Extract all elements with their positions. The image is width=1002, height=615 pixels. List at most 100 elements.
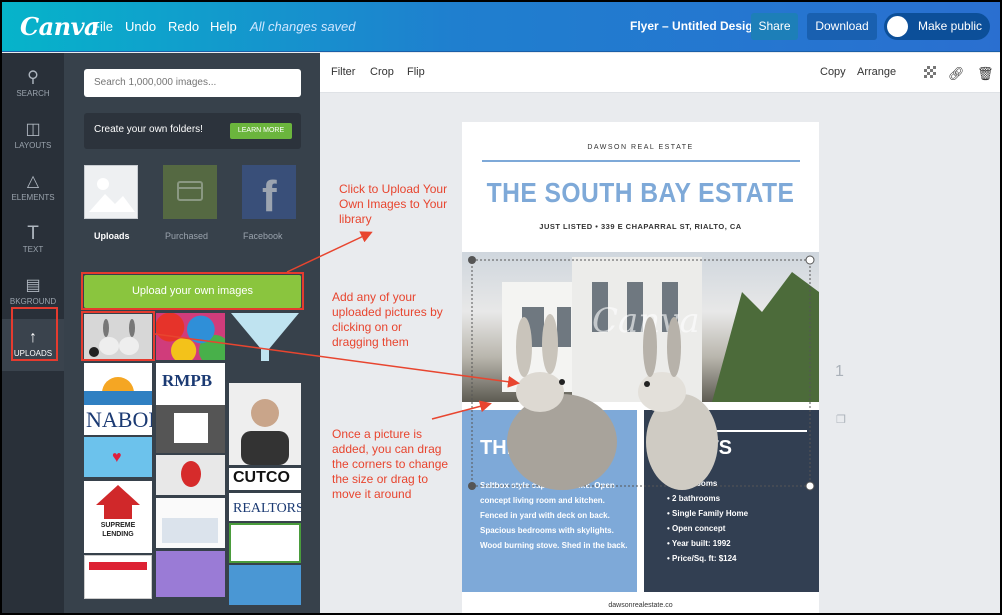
rail-text-label: TEXT [22,245,44,254]
thumb-supreme[interactable]: SUPREME LENDING [84,481,152,553]
purchased-source-tile[interactable] [163,165,217,219]
copy-page-icon[interactable]: ❐ [836,413,846,426]
headshot-image [241,399,289,465]
purchased-source-label: Purchased [165,231,209,241]
facebook-source-label: Facebook [243,231,283,241]
thumb-cutco[interactable]: CUTCO [229,468,301,490]
realtors-logo-text: REALTORS [233,501,301,516]
rail-text[interactable]: T TEXT [2,215,64,267]
filter-button[interactable]: Filter [331,66,355,78]
resize-handle [468,256,476,264]
thumb-red-drop[interactable] [156,455,225,495]
rail-search-label: SEARCH [16,89,50,98]
thumb-sunset-logo[interactable] [84,363,152,405]
resize-handle [468,482,476,490]
fact-item: • Open concept [667,524,726,533]
share-button[interactable]: Share [751,13,798,40]
highlight-uploads-tab [11,307,58,361]
text-icon: T [27,223,39,244]
toggle-knob [887,16,908,37]
rail-layouts[interactable]: ◫ LAYOUTS [2,111,64,163]
top-bar: Canva File Undo Redo Help All changes sa… [2,2,1000,52]
thumb-web-page-2[interactable] [156,551,225,597]
rail-search[interactable]: ⚲ SEARCH [2,59,64,111]
rail-elements-label: ELEMENTS [11,193,55,202]
flyer-title[interactable]: THE SOUTH BAY ESTATE [483,177,797,209]
folders-promo: Create your own folders! LEARN MORE [84,113,301,149]
red-drop-image [181,461,201,487]
company-name[interactable]: DAWSON REAL ESTATE [462,144,819,151]
background-icon: ▤ [25,277,41,294]
uploads-source-label: Uploads [94,231,130,241]
annotation-resize: Once a picture is added, you can drag th… [332,427,449,501]
app-window: Canva File Undo Redo Help All changes sa… [0,0,1002,615]
nabor-logo-text: NABOR [86,407,152,432]
blank-sign-image [174,413,208,443]
copy-button[interactable]: Copy [820,66,846,78]
arrange-button[interactable]: Arrange [857,66,896,78]
crop-button[interactable]: Crop [370,66,394,78]
highlight-bunny-thumb [81,311,155,361]
sunset-logo-image [84,377,152,405]
flyer-footer[interactable]: dawsonrealestate.co [462,602,819,609]
thumb-google-page[interactable] [229,523,301,563]
make-public-label: Make public [918,19,983,33]
learn-more-button[interactable]: LEARN MORE [230,123,292,139]
uploads-source-tile[interactable] [84,165,138,219]
menu-redo[interactable]: Redo [168,19,199,34]
layouts-icon: ◫ [25,121,41,138]
thumb-realtors[interactable]: REALTORS [229,493,301,521]
facebook-source-tile[interactable]: f [242,165,296,221]
annotation-add: Add any of your uploaded pictures by cli… [332,290,443,349]
canva-logo[interactable]: Canva [20,12,100,41]
link-icon[interactable]: 🔗︎ [948,66,965,82]
bunnies-overlay[interactable] [462,252,819,492]
menu-help[interactable]: Help [210,19,237,34]
menu-undo[interactable]: Undo [125,19,156,34]
left-rail: ⚲ SEARCH ◫ LAYOUTS △ ELEMENTS T TEXT ▤ B… [2,53,64,613]
card-icon [177,181,203,201]
save-status: All changes saved [250,19,356,34]
web-page-1-bar [89,562,147,570]
menu-file[interactable]: File [92,19,113,34]
folders-text: Create your own folders! [94,124,203,135]
facebook-icon: f [262,172,277,221]
thumb-heart[interactable]: ♥ [84,437,152,477]
thumb-rmpb[interactable]: RMPB [156,363,225,405]
elements-icon: △ [26,173,40,190]
thumb-flyer-doc[interactable] [156,498,225,548]
fact-item: • 2 bathrooms [667,494,721,503]
transparency-icon[interactable] [924,66,936,78]
fact-item: • Price/Sq. ft: $124 [667,554,737,563]
resize-handle [805,255,815,265]
resize-handle [805,481,815,491]
cutco-logo-text: CUTCO [233,469,290,486]
flip-button[interactable]: Flip [407,66,425,78]
editor-toolbar: Filter Crop Flip Copy Arrange 🔗︎ 🗑︎ [320,53,1000,93]
download-button[interactable]: Download [807,13,877,40]
thumb-blank-sign[interactable] [156,405,225,453]
thumb-web-page-3[interactable] [229,565,301,605]
funnel-image [231,313,299,361]
fact-item: • Year built: 1992 [667,539,731,548]
document-title[interactable]: Flyer – Untitled Design [630,19,760,33]
uploads-panel: Create your own folders! LEARN MORE Uplo… [64,53,320,613]
flyer-page[interactable]: DAWSON REAL ESTATE THE SOUTH BAY ESTATE … [462,122,819,613]
rail-elements[interactable]: △ ELEMENTS [2,163,64,215]
thumb-easter-eggs[interactable] [156,313,225,360]
trash-icon[interactable]: 🗑︎ [977,66,994,82]
thumb-headshot[interactable] [229,383,301,465]
search-icon: ⚲ [27,69,39,86]
thumb-funnel[interactable] [229,311,301,361]
heart-icon: ♥ [112,449,122,466]
image-search-input[interactable] [84,69,301,97]
rail-layouts-label: LAYOUTS [14,141,52,150]
image-placeholder-icon [89,178,135,212]
thumb-nabor[interactable]: NABOR [84,405,152,435]
flyer-subtitle[interactable]: JUST LISTED • 339 E CHAPARRAL ST, RIALTO… [462,222,819,231]
fact-item: • Single Family Home [667,509,749,518]
page-number: 1 [835,363,844,380]
make-public-toggle[interactable]: Make public [884,13,990,40]
supreme-logo-text: SUPREME LENDING [100,522,136,538]
thumb-web-page-1[interactable] [84,555,152,599]
